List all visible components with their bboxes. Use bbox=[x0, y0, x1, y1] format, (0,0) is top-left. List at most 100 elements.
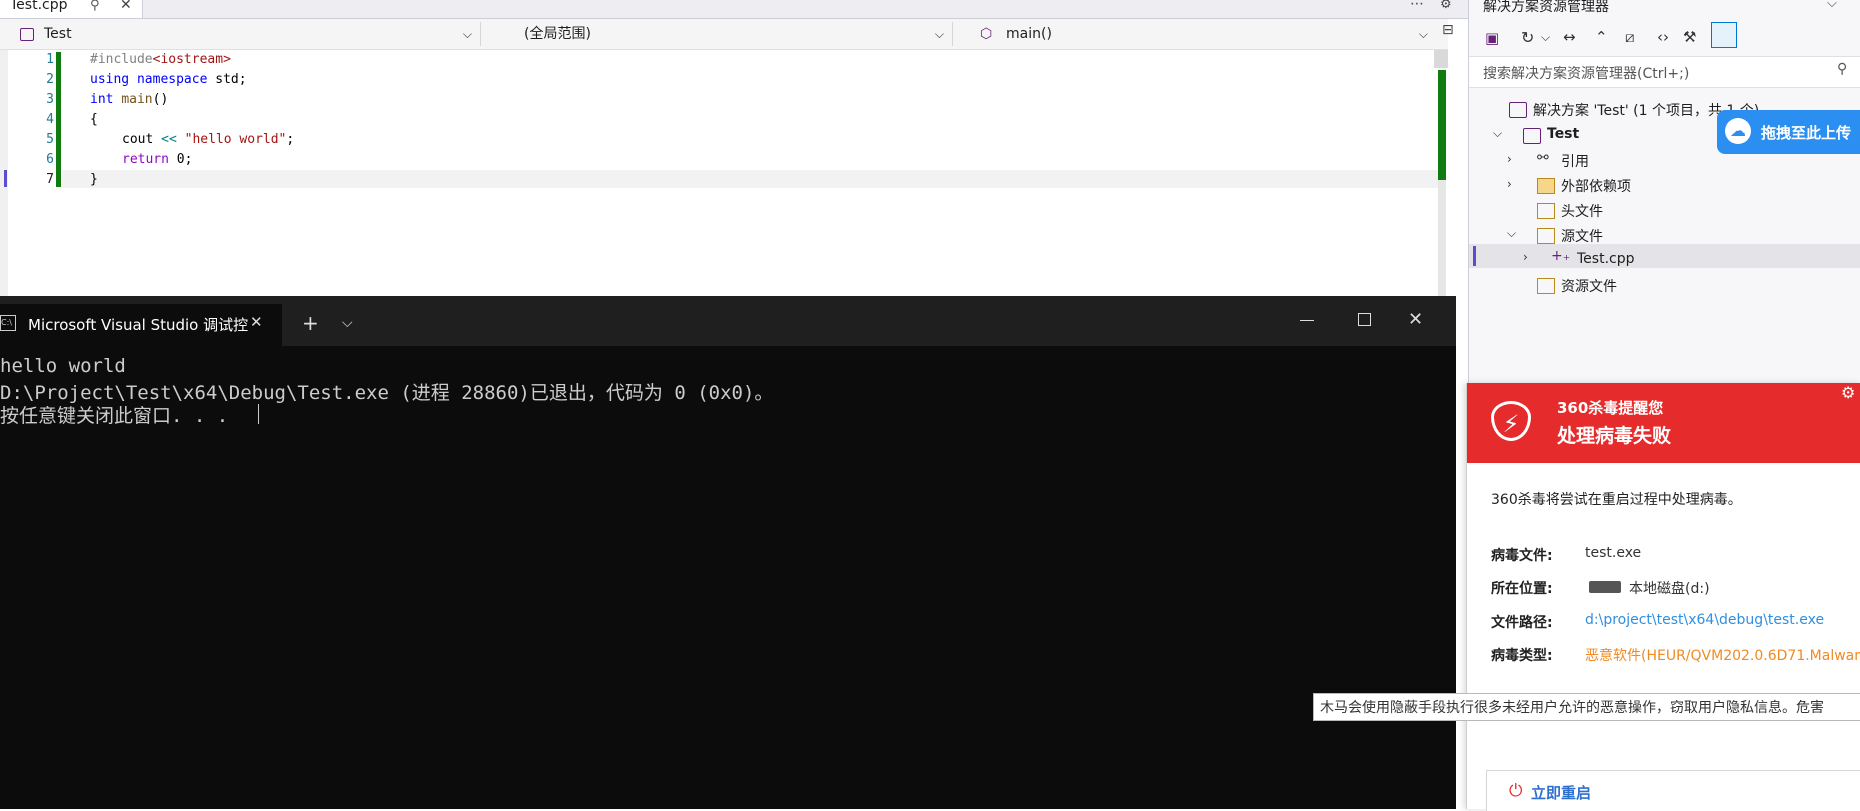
restart-now-button[interactable]: ⏻ 立即重启 bbox=[1486, 770, 1860, 811]
project-dropdown[interactable]: Test ⌵ bbox=[14, 22, 481, 46]
cube-icon: ⬡ bbox=[980, 26, 993, 42]
popup-header: ⚡ 360杀毒提醒您 处理病毒失败 ⚙ bbox=[1467, 383, 1860, 463]
tree-item-resource-files[interactable]: 资源文件 bbox=[1561, 276, 1617, 296]
chevron-down-icon[interactable]: ⌵ bbox=[1827, 0, 1837, 11]
scrollbar-change-map bbox=[1438, 70, 1446, 180]
virus-type-tooltip: 木马会使用隐蔽手段执行很多未经用户允许的恶意操作，窃取用户隐私信息。危害 bbox=[1313, 693, 1860, 721]
code-line-2: using namespace std; bbox=[90, 72, 247, 87]
switch-views-icon[interactable]: ▣ bbox=[1485, 29, 1499, 47]
solution-icon bbox=[1509, 102, 1527, 118]
preview-icon[interactable] bbox=[1711, 22, 1737, 48]
new-tab-icon[interactable]: + bbox=[302, 311, 319, 335]
search-input[interactable]: 搜索解决方案资源管理器(Ctrl+;) bbox=[1483, 63, 1689, 83]
line-number: 7 bbox=[46, 172, 54, 187]
function-dropdown[interactable]: ⬡ main() ⌵ bbox=[966, 22, 1436, 46]
tree-item-source-files[interactable]: 源文件 bbox=[1561, 226, 1603, 246]
split-icon[interactable]: ⊟ bbox=[1442, 22, 1454, 38]
solution-toolbar: ▣ ↻ ⌵ ↔ ⌃ ⧄ ‹› ⚒ bbox=[1469, 20, 1860, 56]
tree-item-test-cpp[interactable]: Test.cpp bbox=[1577, 251, 1635, 267]
chevron-right-icon[interactable]: › bbox=[1523, 250, 1528, 264]
chevron-down-icon[interactable]: ⌵ bbox=[1507, 226, 1516, 241]
minimize-icon[interactable] bbox=[1300, 320, 1314, 321]
close-icon[interactable]: ✕ bbox=[120, 0, 132, 13]
folder-icon bbox=[1537, 178, 1555, 194]
code-view-icon[interactable]: ‹› bbox=[1657, 28, 1669, 46]
current-line-highlight bbox=[62, 170, 1438, 188]
line-number: 2 bbox=[46, 72, 54, 87]
disk-icon bbox=[1589, 581, 1621, 593]
chevron-down-icon[interactable]: ⌵ bbox=[1541, 30, 1550, 45]
value-location: 本地磁盘(d:) bbox=[1629, 581, 1710, 597]
search-icon[interactable]: ⚲ bbox=[1837, 61, 1847, 77]
console-icon: C:\ bbox=[0, 315, 16, 331]
scroll-indicator bbox=[1434, 50, 1448, 68]
chevron-right-icon[interactable]: › bbox=[1507, 152, 1512, 166]
shield-icon: ⚡ bbox=[1491, 401, 1531, 441]
label-file-path: 文件路径: bbox=[1491, 615, 1553, 631]
upload-label: 拖拽至此上传 bbox=[1761, 124, 1852, 142]
text-cursor bbox=[258, 404, 259, 424]
line-number: 5 bbox=[46, 132, 54, 147]
tree-item-references[interactable]: 引用 bbox=[1561, 151, 1589, 171]
label-virus-file: 病毒文件: bbox=[1491, 548, 1553, 564]
popup-message: 360杀毒将尝试在重启过程中处理病毒。 bbox=[1491, 492, 1742, 508]
antivirus-popup: ⚡ 360杀毒提醒您 处理病毒失败 ⚙ 360杀毒将尝试在重启过程中处理病毒。 … bbox=[1466, 383, 1860, 809]
code-line-3: int main() bbox=[90, 92, 169, 107]
chevron-down-icon[interactable]: ⌵ bbox=[1493, 126, 1502, 141]
gear-icon[interactable]: ⚙ bbox=[1841, 383, 1855, 402]
collapse-all-icon[interactable]: ⌃ bbox=[1595, 28, 1608, 46]
pin-icon[interactable]: ⚲ bbox=[90, 0, 100, 13]
tooltip-text: 木马会使用隐蔽手段执行很多未经用户允许的恶意操作，窃取用户隐私信息。危害 bbox=[1320, 700, 1824, 716]
sync-icon[interactable]: ↔ bbox=[1563, 28, 1576, 46]
history-icon[interactable]: ↻ bbox=[1521, 28, 1534, 47]
line-number: 1 bbox=[46, 52, 54, 67]
tab-label: Test.cpp bbox=[10, 0, 68, 13]
code-line-4: { bbox=[90, 112, 98, 127]
gear-icon[interactable]: ⚙ bbox=[1440, 0, 1452, 12]
popup-brand: 360杀毒提醒您 bbox=[1557, 399, 1664, 417]
show-all-files-icon[interactable]: ⧄ bbox=[1625, 28, 1635, 46]
line-number: 4 bbox=[46, 112, 54, 127]
maximize-icon[interactable] bbox=[1358, 313, 1371, 326]
scope-dropdown-label: (全局范围) bbox=[524, 26, 591, 42]
line-number: 6 bbox=[46, 152, 54, 167]
solution-search-box[interactable]: 搜索解决方案资源管理器(Ctrl+;) ⚲ bbox=[1469, 56, 1860, 88]
label-virus-type: 病毒类型: bbox=[1491, 648, 1553, 664]
console-tab[interactable]: C:\ Microsoft Visual Studio 调试控 ✕ bbox=[0, 304, 282, 346]
chevron-down-icon: ⌵ bbox=[934, 27, 944, 41]
tree-item-project[interactable]: Test bbox=[1547, 126, 1579, 142]
references-icon: ⚯ bbox=[1537, 150, 1549, 166]
line-number: 3 bbox=[46, 92, 54, 107]
navigation-bar: Test ⌵ (全局范围) ⌵ ⬡ main() ⌵ ⊟ bbox=[0, 19, 1454, 50]
popup-headline: 处理病毒失败 bbox=[1557, 425, 1672, 447]
function-dropdown-label: main() bbox=[1006, 26, 1052, 42]
tree-item-header-files[interactable]: 头文件 bbox=[1561, 201, 1603, 221]
folder-icon bbox=[1537, 203, 1555, 219]
value-virus-type: 恶意软件(HEUR/QVM202.0.6D71.Malware bbox=[1585, 648, 1860, 664]
code-line-6: return 0; bbox=[122, 152, 193, 167]
debug-console-window[interactable]: C:\ Microsoft Visual Studio 调试控 ✕ + ⌵ ✕ … bbox=[0, 296, 1456, 809]
more-icon[interactable]: ⋯ bbox=[1410, 0, 1424, 12]
project-dropdown-label: Test bbox=[44, 26, 72, 42]
tab-test-cpp[interactable]: Test.cpp ⚲ ✕ bbox=[0, 0, 143, 18]
file-path-link[interactable]: d:\project\test\x64\debug\test.exe bbox=[1585, 612, 1824, 628]
change-marker bbox=[1473, 246, 1476, 266]
upload-drop-button[interactable]: ☁ 拖拽至此上传 bbox=[1717, 110, 1860, 154]
code-editor[interactable]: 1 2 3 4 5 6 7 #include<iostream> using n… bbox=[0, 50, 1448, 297]
close-icon[interactable]: ✕ bbox=[1408, 309, 1423, 330]
code-line-1: #include<iostream> bbox=[90, 52, 231, 67]
chevron-down-icon[interactable]: ⌵ bbox=[342, 315, 353, 331]
label-location: 所在位置: bbox=[1491, 581, 1553, 597]
cpp-file-icon: +₊ bbox=[1551, 248, 1571, 264]
chevron-right-icon[interactable]: › bbox=[1507, 177, 1512, 191]
tree-item-external-deps[interactable]: 外部依赖项 bbox=[1561, 176, 1631, 196]
chevron-down-icon: ⌵ bbox=[1418, 27, 1428, 41]
scope-dropdown[interactable]: (全局范围) ⌵ bbox=[484, 22, 953, 46]
value-virus-file: test.exe bbox=[1585, 545, 1642, 561]
code-line-5: cout << "hello world"; bbox=[122, 132, 295, 147]
cloud-icon: ☁ bbox=[1725, 118, 1751, 144]
power-icon: ⏻ bbox=[1509, 781, 1523, 801]
close-icon[interactable]: ✕ bbox=[250, 313, 263, 331]
console-tab-title: Microsoft Visual Studio 调试控 bbox=[28, 316, 249, 334]
properties-icon[interactable]: ⚒ bbox=[1683, 28, 1696, 46]
